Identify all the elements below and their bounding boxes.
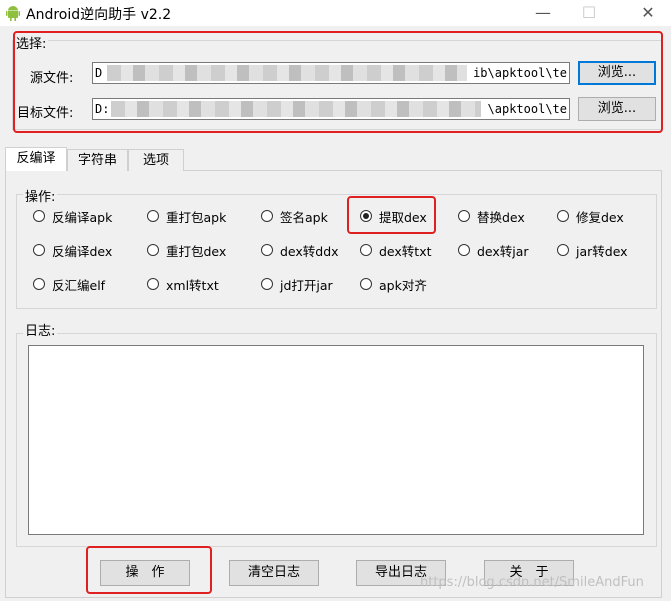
log-group-label: 日志: (23, 320, 58, 339)
radio-circle (261, 244, 273, 256)
radio-circle (557, 210, 569, 222)
extract-dex-highlight-box (347, 196, 436, 234)
radio-repair-dex[interactable]: 修复dex (557, 206, 624, 226)
log-textarea[interactable] (28, 345, 644, 535)
radio-label: 反编译dex (52, 243, 113, 259)
radio-circle (360, 278, 372, 290)
radio-xml-to-txt[interactable]: xml转txt (147, 274, 219, 294)
radio-circle (147, 210, 159, 222)
radio-apk-align[interactable]: apk对齐 (360, 274, 427, 294)
radio-label: dex转ddx (280, 243, 339, 259)
radio-label: 重打包apk (166, 209, 227, 225)
radio-circle (557, 244, 569, 256)
tab-decompile[interactable]: 反编译 (5, 147, 67, 171)
radio-decompile-apk[interactable]: 反编译apk (33, 206, 112, 226)
radio-label: dex转txt (379, 243, 432, 259)
watermark-text: https://blog.csdn.net/SmileAndFun (420, 575, 644, 590)
window-title: Android逆向助手 v2.2 (26, 7, 172, 23)
radio-circle (147, 278, 159, 290)
radio-label: 重打包dex (166, 243, 227, 259)
radio-dex-to-ddx[interactable]: dex转ddx (261, 240, 339, 260)
radio-sign-apk[interactable]: 签名apk (261, 206, 328, 226)
radio-circle (458, 210, 470, 222)
radio-label: 签名apk (280, 209, 328, 225)
operations-group-label: 操作: (23, 186, 58, 205)
tab-strings[interactable]: 字符串 (67, 149, 128, 171)
maximize-button[interactable]: ☐ (566, 0, 612, 26)
android-icon (6, 6, 20, 21)
radio-circle (147, 244, 159, 256)
radio-decompile-dex[interactable]: 反编译dex (33, 240, 112, 260)
clear-log-button[interactable]: 清空日志 (229, 560, 319, 586)
radio-circle (261, 210, 273, 222)
radio-label: xml转txt (166, 277, 219, 293)
tab-options[interactable]: 选项 (128, 149, 184, 171)
minimize-button[interactable]: — (520, 0, 566, 26)
close-button[interactable]: ✕ (625, 0, 671, 26)
radio-label: 修复dex (576, 209, 624, 225)
radio-dex-to-jar[interactable]: dex转jar (458, 240, 529, 260)
radio-repack-apk[interactable]: 重打包apk (147, 206, 226, 226)
select-highlight-box (13, 31, 663, 133)
radio-label: 反编译apk (52, 209, 113, 225)
radio-circle (33, 210, 45, 222)
radio-label: jar转dex (576, 243, 628, 259)
operate-highlight-box (86, 546, 212, 594)
radio-jar-to-dex[interactable]: jar转dex (557, 240, 628, 260)
radio-label: 替换dex (477, 209, 525, 225)
radio-dex-to-txt[interactable]: dex转txt (360, 240, 432, 260)
radio-circle (458, 244, 470, 256)
radio-jd-open-jar[interactable]: jd打开jar (261, 274, 333, 294)
radio-disassemble-elf[interactable]: 反汇编elf (33, 274, 105, 294)
radio-circle (33, 278, 45, 290)
radio-label: jd打开jar (280, 277, 333, 293)
radio-circle (261, 278, 273, 290)
radio-replace-dex[interactable]: 替换dex (458, 206, 525, 226)
radio-label: 反汇编elf (52, 277, 106, 293)
radio-label: dex转jar (477, 243, 529, 259)
radio-circle (33, 244, 45, 256)
radio-repack-dex[interactable]: 重打包dex (147, 240, 226, 260)
radio-label: apk对齐 (379, 277, 427, 293)
radio-circle (360, 244, 372, 256)
